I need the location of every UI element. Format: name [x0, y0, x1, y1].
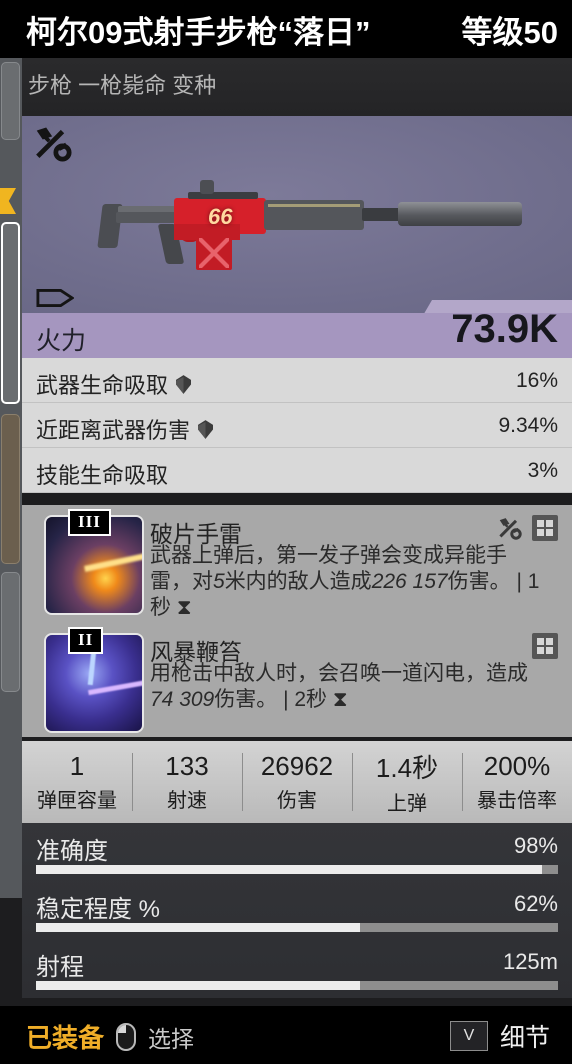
grid-icon[interactable]	[532, 633, 558, 659]
attribute-value: 16%	[515, 369, 558, 392]
bar-value: 125m	[502, 949, 558, 974]
stat-value: 1.4秒	[375, 753, 439, 783]
bar-label: 稳定程度 %	[36, 896, 161, 923]
footer-bar: 已装备 选择 V 细节	[0, 1006, 572, 1064]
bar-track	[36, 981, 558, 990]
footer-left-group: 已装备 选择	[26, 1018, 194, 1055]
weapon-stat-grid: 1 弹匣容量 133 射速 26962 伤害 1.4秒 上弹 200% 暴击倍率	[22, 741, 572, 823]
weapon-art: 66	[97, 178, 522, 270]
firepower-value: 73.9K	[451, 307, 558, 351]
attribute-value: 3%	[527, 459, 558, 482]
attribute-value: 9.34%	[498, 414, 558, 437]
firepower-label: 火力	[36, 327, 87, 355]
bar-value: 62%	[513, 891, 558, 916]
grid-icon[interactable]	[532, 515, 558, 541]
bar-label: 射程	[36, 954, 84, 981]
detail-key-badge[interactable]: V	[449, 1021, 488, 1051]
stat-cell: 26962 伤害	[242, 741, 352, 823]
page-title: 柯尔09式射手步枪“落日”	[26, 14, 371, 50]
stat-value: 133	[165, 751, 209, 781]
attribute-row: 技能生命吸取 3%	[22, 448, 572, 493]
mod-description: 用枪击中敌人时，会召唤一道闪电，造成74 309伤害。 | 2秒 ⧗	[150, 662, 528, 711]
weapon-detail-panel: 柯尔09式射手步枪“落日” 等级50 步枪 一枪毙命 变种 66 火力 73.9…	[0, 0, 572, 1064]
rail-slot-2[interactable]	[1, 414, 20, 564]
stat-value: 1	[69, 751, 85, 781]
mod-list: III 破片手雷 武器上弹后，第一发子弹会变成异能手雷，对5米内的敌人造成226…	[22, 505, 572, 737]
rail-marker-icon	[0, 188, 16, 214]
mod-rank-badge: III	[68, 509, 111, 536]
equipped-status: 已装备	[26, 1023, 105, 1053]
stat-label: 上弹	[387, 793, 427, 815]
mod-icon-group	[532, 633, 558, 659]
bar-stat-list: 准确度 98% 稳定程度 % 62% 射程 125m	[22, 823, 572, 998]
bar-stat-row: 准确度 98%	[22, 825, 572, 883]
stat-label: 射速	[167, 790, 207, 812]
stat-cell: 1 弹匣容量	[22, 741, 132, 823]
mouse-icon	[116, 1022, 137, 1051]
mod-row[interactable]: III 破片手雷 武器上弹后，第一发子弹会变成异能手雷，对5米内的敌人造成226…	[22, 505, 572, 621]
bar-fill	[36, 923, 360, 932]
item-subtitle: 步枪 一枪毙命 变种	[28, 73, 217, 98]
bar-track	[36, 865, 558, 874]
mod-icon-group	[498, 515, 558, 541]
weapon-preview: 66	[22, 116, 572, 313]
rail-slot-1[interactable]	[1, 62, 20, 140]
attribute-name: 技能生命吸取	[36, 463, 169, 488]
bar-stat-row: 射程 125m	[22, 941, 572, 999]
bar-track	[36, 923, 558, 932]
bullet-tag-icon	[36, 288, 74, 308]
attribute-name: 武器生命吸取	[36, 368, 192, 400]
hourglass-icon: ⧗	[332, 688, 348, 711]
mod-row[interactable]: II 风暴鞭笞 用枪击中敌人时，会召唤一道闪电，造成74 309伤害。 | 2秒…	[22, 623, 572, 739]
wrench-screwdriver-icon[interactable]	[498, 516, 522, 540]
header-bar: 柯尔09式射手步枪“落日” 等级50	[0, 0, 572, 58]
bar-label: 准确度	[36, 838, 108, 865]
attribute-row: 近距离武器伤害 9.34%	[22, 403, 572, 448]
stat-value: 200%	[483, 751, 551, 781]
detail-action-label[interactable]: 细节	[500, 1018, 550, 1054]
wrench-screwdriver-icon	[36, 127, 72, 162]
slot-rail	[0, 58, 22, 898]
footer-right-group: V 细节	[449, 1018, 550, 1054]
mod-description: 武器上弹后，第一发子弹会变成异能手雷，对5米内的敌人造成226 157伤害。 |…	[150, 544, 540, 619]
stat-cell: 1.4秒 上弹	[352, 741, 462, 823]
attribute-row: 武器生命吸取 16%	[22, 358, 572, 403]
core-attribute-icon	[198, 419, 214, 439]
weapon-marking: 66	[208, 204, 233, 229]
attribute-name: 近距离武器伤害	[36, 413, 214, 445]
core-attribute-icon	[176, 374, 192, 394]
stat-label: 弹匣容量	[37, 790, 117, 812]
title-row: 柯尔09式射手步枪“落日” 等级50	[26, 4, 558, 54]
mod-rank-badge: II	[68, 627, 104, 654]
bar-stat-row: 稳定程度 % 62%	[22, 883, 572, 941]
rail-slot-selected[interactable]	[1, 222, 20, 404]
stat-cell: 133 射速	[132, 741, 242, 823]
hourglass-icon: ⧗	[176, 596, 192, 619]
bar-value: 98%	[513, 833, 558, 858]
stat-value: 26962	[260, 751, 334, 781]
mod-duration: | 2秒	[283, 688, 328, 711]
bar-fill	[36, 865, 543, 874]
stat-label: 暴击倍率	[477, 790, 557, 812]
rail-slot-3[interactable]	[1, 572, 20, 692]
select-action-label[interactable]: 选择	[148, 1020, 194, 1054]
stat-cell: 200% 暴击倍率	[462, 741, 572, 823]
bar-fill	[36, 981, 360, 990]
stat-label: 伤害	[277, 790, 317, 812]
item-level: 等级50	[461, 14, 558, 50]
